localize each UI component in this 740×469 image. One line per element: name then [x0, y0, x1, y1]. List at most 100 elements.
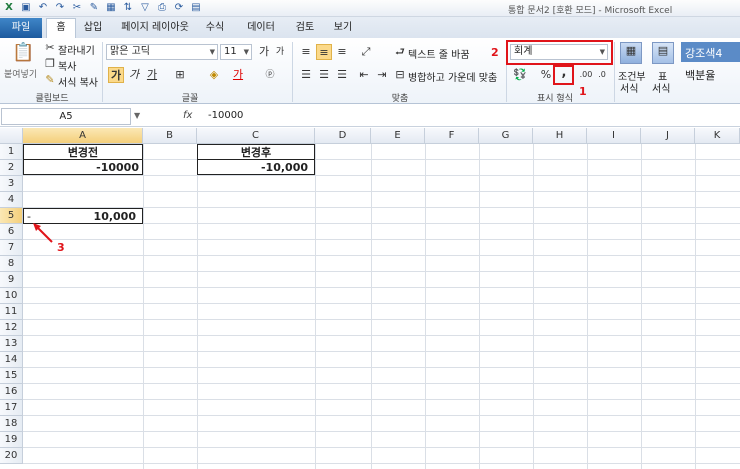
increase-decimal-icon[interactable]: .00	[578, 67, 594, 83]
tab-formulas[interactable]: 수식	[202, 20, 228, 38]
row-header[interactable]: 8	[0, 256, 23, 272]
merge-center-button[interactable]: 병합하고 가운데 맞춤	[408, 69, 497, 84]
row-header[interactable]: 7	[0, 240, 23, 256]
row-header[interactable]: 4	[0, 192, 23, 208]
font-color-icon[interactable]: 가	[230, 67, 246, 83]
table-icon[interactable]: ▦	[104, 1, 118, 15]
column-header-f[interactable]: F	[425, 128, 479, 144]
percent-button[interactable]: %	[538, 67, 554, 83]
refresh-icon[interactable]: ⟳	[172, 1, 186, 15]
row-header[interactable]: 15	[0, 368, 23, 384]
excel-app-icon: X	[5, 2, 13, 13]
column-header-d[interactable]: D	[315, 128, 371, 144]
paint-icon[interactable]: ✎	[87, 1, 101, 15]
align-bottom-icon[interactable]: ≡	[334, 44, 350, 60]
column-header-j[interactable]: J	[641, 128, 695, 144]
phonetic-icon[interactable]: ⓟ	[262, 67, 278, 83]
merge-icon: ⊟	[395, 68, 405, 81]
cut-icon[interactable]: ✂	[70, 1, 84, 15]
row-header[interactable]: 18	[0, 416, 23, 432]
separator	[102, 42, 103, 102]
italic-button[interactable]: 가	[126, 67, 142, 83]
row-header[interactable]: 6	[0, 224, 23, 240]
wrap-text-button[interactable]: 텍스트 줄 바꿈	[408, 46, 470, 61]
cell-c1[interactable]: 변경후	[197, 144, 315, 160]
tab-page-layout[interactable]: 페이지 레이아웃	[118, 20, 192, 38]
font-size-combo[interactable]: 11 ▼	[220, 44, 252, 60]
row-header[interactable]: 10	[0, 288, 23, 304]
copy-button[interactable]: 복사	[58, 58, 76, 73]
print-icon[interactable]: ⎙	[155, 1, 169, 15]
column-header-h[interactable]: H	[533, 128, 587, 144]
border-icon[interactable]: ⊞	[172, 67, 188, 83]
row-header[interactable]: 11	[0, 304, 23, 320]
align-middle-icon[interactable]: ≡	[316, 44, 332, 60]
column-header-e[interactable]: E	[371, 128, 425, 144]
row-header[interactable]: 9	[0, 272, 23, 288]
row-header[interactable]: 5	[0, 208, 23, 224]
column-header-a[interactable]: A	[23, 128, 143, 144]
row-header[interactable]: 19	[0, 432, 23, 448]
filter-icon[interactable]: ▽	[138, 1, 152, 15]
column-header-c[interactable]: C	[197, 128, 315, 144]
align-top-icon[interactable]: ≡	[298, 44, 314, 60]
chevron-down-icon[interactable]: ▼	[134, 111, 140, 120]
cell-a1[interactable]: 변경전	[23, 144, 143, 160]
paste-icon[interactable]: 📋	[12, 42, 34, 64]
bold-button[interactable]: 가	[108, 67, 124, 83]
column-header-g[interactable]: G	[479, 128, 533, 144]
fill-color-icon[interactable]: ◈	[206, 67, 222, 83]
row-header[interactable]: 14	[0, 352, 23, 368]
column-header-b[interactable]: B	[143, 128, 197, 144]
decrease-indent-icon[interactable]: ⇤	[356, 67, 372, 83]
orientation-icon[interactable]: ⤢	[358, 44, 374, 60]
copy-icon: ❐	[45, 57, 55, 70]
underline-button[interactable]: 가	[144, 67, 160, 83]
row-header[interactable]: 3	[0, 176, 23, 192]
undo-icon[interactable]: ↶	[36, 1, 50, 15]
name-box[interactable]: A5	[1, 108, 131, 125]
align-left-icon[interactable]: ☰	[298, 67, 314, 83]
column-header-i[interactable]: I	[587, 128, 641, 144]
increase-indent-icon[interactable]: ⇥	[374, 67, 390, 83]
conditional-format-icon[interactable]: ▦	[620, 42, 642, 64]
formula-input[interactable]: -10000	[208, 110, 243, 121]
font-shrink-icon[interactable]: 가	[272, 44, 288, 60]
row-header[interactable]: 20	[0, 448, 23, 464]
insert-function-icon[interactable]: fx	[183, 110, 192, 121]
cell-style-accent4[interactable]: 강조색4	[681, 42, 740, 62]
format-painter-button[interactable]: 서식 복사	[58, 74, 98, 89]
chart-icon[interactable]: ▤	[189, 1, 203, 15]
worksheet-grid[interactable]: A B C D E F G H I J K 1 2 3 4 5 6 7 8 9 …	[0, 128, 740, 469]
decrease-decimal-icon[interactable]: .0	[594, 67, 610, 83]
row-header[interactable]: 16	[0, 384, 23, 400]
tab-file[interactable]: 파일	[0, 18, 42, 38]
row-header[interactable]: 17	[0, 400, 23, 416]
column-header-k[interactable]: K	[695, 128, 740, 144]
cut-button[interactable]: 잘라내기	[58, 42, 95, 57]
accounting-format-icon[interactable]: 💱	[512, 67, 528, 83]
redo-icon[interactable]: ↷	[53, 1, 67, 15]
formula-bar: A5 ▼ fx -10000	[0, 107, 740, 127]
tab-data[interactable]: 데이터	[244, 20, 278, 38]
cell-style-percent[interactable]: 백분율	[685, 67, 715, 83]
align-center-icon[interactable]: ☰	[316, 67, 332, 83]
align-right-icon[interactable]: ☰	[334, 67, 350, 83]
row-header[interactable]: 13	[0, 336, 23, 352]
tab-insert[interactable]: 삽입	[80, 20, 106, 38]
row-header[interactable]: 12	[0, 320, 23, 336]
format-as-table-icon[interactable]: ▤	[652, 42, 674, 64]
paste-button[interactable]: 붙여넣기	[4, 67, 37, 80]
tab-review[interactable]: 검토	[292, 20, 318, 38]
tab-home[interactable]: 홈	[46, 18, 76, 38]
select-all-corner[interactable]	[0, 128, 23, 144]
row-header[interactable]: 1	[0, 144, 23, 160]
sort-icon[interactable]: ⇅	[121, 1, 135, 15]
tab-view[interactable]: 보기	[330, 20, 356, 38]
save-icon[interactable]: ▣	[19, 1, 33, 15]
row-header[interactable]: 2	[0, 160, 23, 176]
font-grow-icon[interactable]: 가	[256, 44, 272, 60]
cell-c2[interactable]: -10,000	[197, 159, 315, 175]
cell-a2[interactable]: -10000	[23, 159, 143, 175]
font-name-combo[interactable]: 맑은 고딕 ▼	[106, 44, 218, 60]
